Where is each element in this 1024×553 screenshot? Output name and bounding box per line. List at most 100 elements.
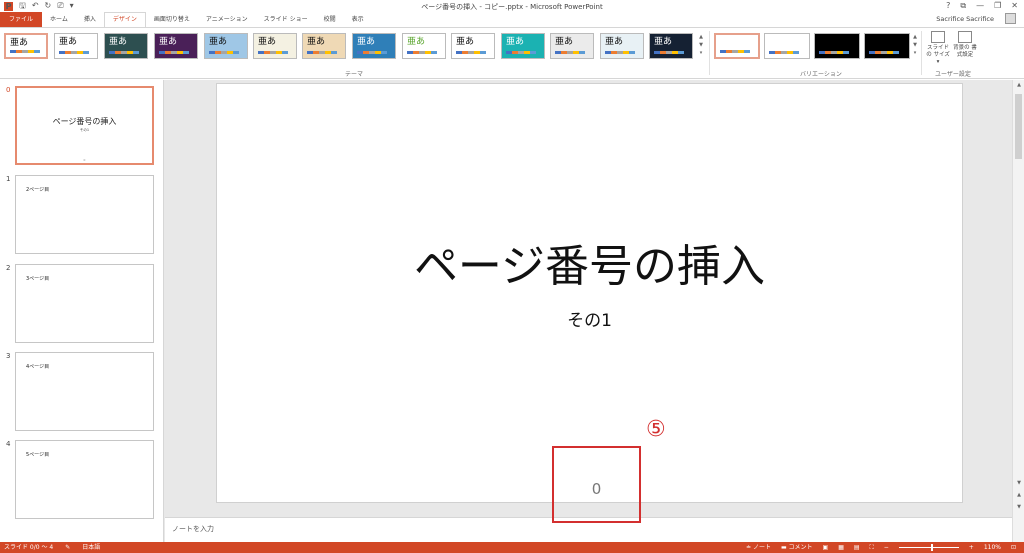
close-icon[interactable]: ✕: [1011, 1, 1018, 11]
user-name[interactable]: Sacrifice Sacrifice: [936, 15, 994, 23]
ribbon-display-options-icon[interactable]: ⧉: [960, 1, 966, 11]
quick-access-toolbar: P 🖫 ↶ ↻ ⎚ ▾: [4, 1, 74, 11]
thumbnail-title: 2ページ目: [26, 187, 50, 193]
theme-thumbnail[interactable]: 亜あ: [352, 33, 396, 59]
theme-color-bar: [109, 51, 139, 54]
format-background-button[interactable]: 背景の 書式設定: [952, 31, 978, 59]
theme-thumbnail[interactable]: 亜あ: [451, 33, 495, 59]
next-slide-icon[interactable]: ▼: [1013, 504, 1024, 510]
vertical-scrollbar[interactable]: ▲ ▼ ▲ ▼: [1012, 80, 1024, 542]
theme-thumbnail[interactable]: 亜あ: [501, 33, 545, 59]
tab-home[interactable]: ホーム: [42, 12, 76, 27]
theme-sample-text: 亜あ: [456, 37, 475, 47]
slide-thumbnail-4[interactable]: 5ページ目: [15, 440, 154, 519]
theme-thumbnail[interactable]: 亜あ: [402, 33, 446, 59]
theme-thumbnail[interactable]: 亜あ: [550, 33, 594, 59]
theme-thumbnail[interactable]: 亜あ: [600, 33, 644, 59]
slideshow-view-icon[interactable]: ⛶: [870, 542, 874, 553]
tab-animations[interactable]: アニメーション: [198, 12, 256, 27]
gallery-up-icon[interactable]: ▲: [911, 33, 919, 41]
thumbnail-title: ページ番号の挿入: [52, 117, 117, 126]
customize-qat-icon[interactable]: ▾: [70, 1, 74, 11]
theme-color-bar: [258, 51, 288, 54]
theme-thumbnail[interactable]: 亜あ: [4, 33, 48, 59]
slide-position: スライド 0/0 ～ 4: [4, 544, 54, 551]
notes-button[interactable]: ≐ ノート: [746, 542, 771, 553]
avatar[interactable]: [1005, 13, 1016, 24]
variation-thumbnail[interactable]: [764, 33, 810, 59]
slide-subtitle[interactable]: その1: [217, 306, 962, 331]
zoom-slider[interactable]: [898, 544, 959, 551]
fit-slide-icon[interactable]: ⊡: [1011, 542, 1016, 553]
theme-color-bar: [555, 51, 585, 54]
slideshow-icon[interactable]: ⎚: [57, 1, 63, 11]
scroll-down-icon[interactable]: ▼: [1013, 480, 1024, 486]
tab-view[interactable]: 表示: [344, 12, 372, 27]
zoom-level[interactable]: 110%: [984, 542, 1001, 553]
gallery-more-icon[interactable]: ▾: [911, 49, 919, 57]
theme-thumbnail[interactable]: 亜あ: [253, 33, 297, 59]
tab-file[interactable]: ファイル: [0, 12, 43, 27]
slide-sorter-icon[interactable]: ▦: [838, 542, 844, 553]
slide-title[interactable]: ページ番号の挿入: [217, 239, 962, 295]
undo-icon[interactable]: ↶: [32, 1, 39, 11]
tab-transitions[interactable]: 画面切り替え: [146, 12, 198, 27]
variation-thumbnail[interactable]: [714, 33, 760, 59]
theme-color-bar: [10, 50, 40, 53]
window-controls: ? ⧉ — ❐ ✕: [946, 1, 1018, 11]
slide-thumbnail-0[interactable]: ページ番号の挿入 その1 0: [15, 86, 154, 165]
theme-sample-text: 亜あ: [59, 37, 78, 47]
slide-thumbnail-1[interactable]: 2ページ目: [15, 175, 154, 254]
variation-gallery-scroll[interactable]: ▲ ▼ ▾: [911, 33, 919, 59]
gallery-down-icon[interactable]: ▼: [911, 41, 919, 49]
theme-color-bar: [506, 51, 536, 54]
spellcheck-icon[interactable]: ✎: [65, 542, 70, 553]
minimize-icon[interactable]: —: [976, 1, 984, 11]
gallery-up-icon[interactable]: ▲: [697, 33, 705, 41]
theme-thumbnail[interactable]: 亜あ: [204, 33, 248, 59]
gallery-more-icon[interactable]: ▾: [697, 49, 705, 57]
slide-thumbnail-2[interactable]: 3ページ目: [15, 264, 154, 343]
status-bar: スライド 0/0 ～ 4 ✎ 日本語 ≐ ノート ▬ コメント ▣ ▦ ▤ ⛶ …: [0, 542, 1024, 553]
slide-canvas[interactable]: ページ番号の挿入 その1: [216, 83, 963, 503]
theme-sample-text: 亜あ: [605, 37, 624, 47]
tab-design[interactable]: デザイン: [103, 12, 146, 27]
theme-color-bar: [209, 51, 239, 54]
redo-icon[interactable]: ↻: [45, 1, 52, 11]
tab-insert[interactable]: 挿入: [76, 12, 104, 27]
comments-button[interactable]: ▬ コメント: [781, 542, 813, 553]
theme-thumbnail[interactable]: 亜あ: [104, 33, 148, 59]
save-icon[interactable]: 🖫: [19, 1, 26, 11]
zoom-out-button[interactable]: −: [884, 542, 889, 553]
theme-gallery-scroll[interactable]: ▲ ▼ ▾: [697, 33, 705, 59]
reading-view-icon[interactable]: ▤: [854, 542, 860, 553]
theme-sample-text: 亜あ: [555, 37, 574, 47]
notes-placeholder[interactable]: ノートを入力: [172, 524, 214, 534]
theme-thumbnail[interactable]: 亜あ: [649, 33, 693, 59]
slide-size-button[interactable]: スライドの サイズ ▾: [925, 31, 951, 66]
normal-view-icon[interactable]: ▣: [823, 542, 829, 553]
variation-thumbnail[interactable]: [864, 33, 910, 59]
theme-sample-text: 亜あ: [307, 37, 326, 47]
prev-slide-icon[interactable]: ▲: [1013, 492, 1024, 498]
slide-thumbnail-pane[interactable]: 0 ページ番号の挿入 その1 0 1 2ページ目 2 3ページ目 3 4ページ目…: [0, 80, 164, 542]
scrollbar-thumb[interactable]: [1015, 94, 1022, 159]
language-indicator[interactable]: 日本語: [82, 542, 100, 553]
ribbon-tabs: ファイル ホーム 挿入 デザイン 画面切り替え アニメーション スライド ショー…: [0, 12, 1024, 27]
slide-page-number[interactable]: 0: [554, 480, 639, 498]
tab-review[interactable]: 校閲: [316, 12, 344, 27]
theme-thumbnail[interactable]: 亜あ: [302, 33, 346, 59]
scroll-up-icon[interactable]: ▲: [1013, 82, 1024, 88]
theme-thumbnail[interactable]: 亜あ: [154, 33, 198, 59]
zoom-in-button[interactable]: +: [969, 542, 974, 553]
powerpoint-logo-icon: P: [4, 1, 13, 11]
restore-icon[interactable]: ❐: [994, 1, 1001, 11]
gallery-down-icon[interactable]: ▼: [697, 41, 705, 49]
theme-color-bar: [605, 51, 635, 54]
help-icon[interactable]: ?: [946, 1, 950, 11]
tab-slideshow[interactable]: スライド ショー: [256, 12, 316, 27]
slide-thumbnail-3[interactable]: 4ページ目: [15, 352, 154, 431]
variation-thumbnail[interactable]: [814, 33, 860, 59]
theme-thumbnail[interactable]: 亜あ: [54, 33, 98, 59]
thumbnail-title: 4ページ目: [26, 364, 50, 370]
